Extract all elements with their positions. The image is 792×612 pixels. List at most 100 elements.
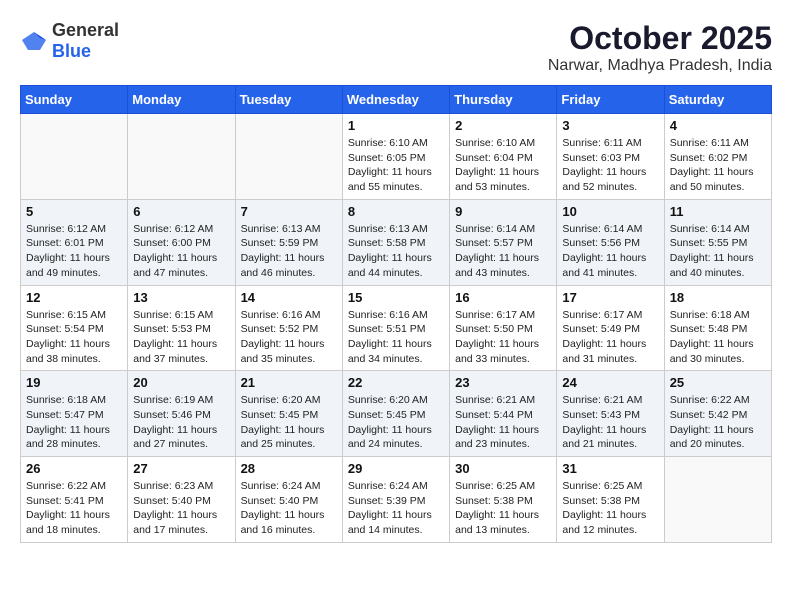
day-number: 17 xyxy=(562,290,658,305)
calendar-cell: 13Sunrise: 6:15 AMSunset: 5:53 PMDayligh… xyxy=(128,285,235,371)
day-info: Sunrise: 6:22 AMSunset: 5:41 PMDaylight:… xyxy=(26,479,122,538)
day-info: Sunrise: 6:21 AMSunset: 5:43 PMDaylight:… xyxy=(562,393,658,452)
calendar-week-1: 1 Sunrise: 6:10 AMSunset: 6:05 PMDaylight… xyxy=(21,114,772,200)
month-title: October 2025 xyxy=(548,20,772,57)
header-wednesday: Wednesday xyxy=(342,86,449,114)
header-saturday: Saturday xyxy=(664,86,771,114)
day-info: Sunrise: 6:22 AMSunset: 5:42 PMDaylight:… xyxy=(670,393,766,452)
title-block: October 2025 Narwar, Madhya Pradesh, Ind… xyxy=(548,20,772,75)
day-number: 8 xyxy=(348,204,444,219)
day-number: 15 xyxy=(348,290,444,305)
location: Narwar, Madhya Pradesh, India xyxy=(548,57,772,75)
calendar-cell: 19Sunrise: 6:18 AMSunset: 5:47 PMDayligh… xyxy=(21,371,128,457)
calendar-cell: 31 Sunrise: 6:25 AMSunset: 5:38 PMDayligh… xyxy=(557,457,664,543)
day-info: Sunrise: 6:12 AMSunset: 6:00 PMDaylight:… xyxy=(133,222,229,281)
day-info: Sunrise: 6:17 AMSunset: 5:50 PMDaylight:… xyxy=(455,308,551,367)
day-info: Sunrise: 6:23 AMSunset: 5:40 PMDaylight:… xyxy=(133,479,229,538)
day-info: Sunrise: 6:24 AMSunset: 5:39 PMDaylight:… xyxy=(348,479,444,538)
calendar-cell: 26 Sunrise: 6:22 AMSunset: 5:41 PMDayligh… xyxy=(21,457,128,543)
day-info: Sunrise: 6:12 AMSunset: 6:01 PMDaylight:… xyxy=(26,222,122,281)
calendar-cell: 23 Sunrise: 6:21 AMSunset: 5:44 PMDayligh… xyxy=(450,371,557,457)
day-number: 5 xyxy=(26,204,122,219)
day-info: Sunrise: 6:25 AMSunset: 5:38 PMDaylight:… xyxy=(455,479,551,538)
day-number: 23 xyxy=(455,375,551,390)
day-number: 16 xyxy=(455,290,551,305)
calendar-cell: 5 Sunrise: 6:12 AMSunset: 6:01 PMDaylight… xyxy=(21,199,128,285)
day-number: 24 xyxy=(562,375,658,390)
logo-icon xyxy=(20,30,48,52)
logo-text: General Blue xyxy=(52,20,119,62)
calendar-week-4: 19Sunrise: 6:18 AMSunset: 5:47 PMDayligh… xyxy=(21,371,772,457)
day-number: 28 xyxy=(241,461,337,476)
calendar-cell xyxy=(128,114,235,200)
day-info: Sunrise: 6:14 AMSunset: 5:56 PMDaylight:… xyxy=(562,222,658,281)
calendar-cell: 3Sunrise: 6:11 AMSunset: 6:03 PMDaylight… xyxy=(557,114,664,200)
page-header: General Blue October 2025 Narwar, Madhya… xyxy=(20,20,772,75)
calendar-cell: 15 Sunrise: 6:16 AMSunset: 5:51 PMDayligh… xyxy=(342,285,449,371)
calendar-cell: 14Sunrise: 6:16 AMSunset: 5:52 PMDayligh… xyxy=(235,285,342,371)
day-number: 6 xyxy=(133,204,229,219)
day-info: Sunrise: 6:10 AMSunset: 6:04 PMDaylight:… xyxy=(455,136,551,195)
day-number: 1 xyxy=(348,118,444,133)
day-number: 18 xyxy=(670,290,766,305)
day-info: Sunrise: 6:21 AMSunset: 5:44 PMDaylight:… xyxy=(455,393,551,452)
day-info: Sunrise: 6:20 AMSunset: 5:45 PMDaylight:… xyxy=(241,393,337,452)
calendar-week-2: 5 Sunrise: 6:12 AMSunset: 6:01 PMDaylight… xyxy=(21,199,772,285)
calendar-header-row: SundayMondayTuesdayWednesdayThursdayFrid… xyxy=(21,86,772,114)
day-info: Sunrise: 6:25 AMSunset: 5:38 PMDaylight:… xyxy=(562,479,658,538)
day-number: 4 xyxy=(670,118,766,133)
day-number: 26 xyxy=(26,461,122,476)
header-friday: Friday xyxy=(557,86,664,114)
header-sunday: Sunday xyxy=(21,86,128,114)
day-number: 20 xyxy=(133,375,229,390)
day-number: 27 xyxy=(133,461,229,476)
day-info: Sunrise: 6:24 AMSunset: 5:40 PMDaylight:… xyxy=(241,479,337,538)
calendar-cell: 8 Sunrise: 6:13 AMSunset: 5:58 PMDaylight… xyxy=(342,199,449,285)
day-number: 31 xyxy=(562,461,658,476)
day-info: Sunrise: 6:14 AMSunset: 5:55 PMDaylight:… xyxy=(670,222,766,281)
day-number: 19 xyxy=(26,375,122,390)
day-number: 12 xyxy=(26,290,122,305)
day-info: Sunrise: 6:16 AMSunset: 5:51 PMDaylight:… xyxy=(348,308,444,367)
day-number: 2 xyxy=(455,118,551,133)
calendar-cell: 9 Sunrise: 6:14 AMSunset: 5:57 PMDaylight… xyxy=(450,199,557,285)
day-number: 13 xyxy=(133,290,229,305)
day-number: 22 xyxy=(348,375,444,390)
day-info: Sunrise: 6:15 AMSunset: 5:54 PMDaylight:… xyxy=(26,308,122,367)
day-info: Sunrise: 6:17 AMSunset: 5:49 PMDaylight:… xyxy=(562,308,658,367)
calendar-cell: 16 Sunrise: 6:17 AMSunset: 5:50 PMDayligh… xyxy=(450,285,557,371)
calendar-cell: 28 Sunrise: 6:24 AMSunset: 5:40 PMDayligh… xyxy=(235,457,342,543)
calendar-cell: 6 Sunrise: 6:12 AMSunset: 6:00 PMDaylight… xyxy=(128,199,235,285)
calendar-cell: 21Sunrise: 6:20 AMSunset: 5:45 PMDayligh… xyxy=(235,371,342,457)
calendar-cell xyxy=(664,457,771,543)
day-number: 9 xyxy=(455,204,551,219)
day-info: Sunrise: 6:14 AMSunset: 5:57 PMDaylight:… xyxy=(455,222,551,281)
day-info: Sunrise: 6:13 AMSunset: 5:58 PMDaylight:… xyxy=(348,222,444,281)
calendar-week-5: 26 Sunrise: 6:22 AMSunset: 5:41 PMDayligh… xyxy=(21,457,772,543)
calendar-cell: 17 Sunrise: 6:17 AMSunset: 5:49 PMDayligh… xyxy=(557,285,664,371)
day-number: 14 xyxy=(241,290,337,305)
header-thursday: Thursday xyxy=(450,86,557,114)
calendar-cell: 30 Sunrise: 6:25 AMSunset: 5:38 PMDayligh… xyxy=(450,457,557,543)
day-info: Sunrise: 6:11 AMSunset: 6:02 PMDaylight:… xyxy=(670,136,766,195)
day-info: Sunrise: 6:10 AMSunset: 6:05 PMDaylight:… xyxy=(348,136,444,195)
calendar-cell xyxy=(235,114,342,200)
day-number: 25 xyxy=(670,375,766,390)
calendar-cell: 2 Sunrise: 6:10 AMSunset: 6:04 PMDaylight… xyxy=(450,114,557,200)
calendar-cell: 12 Sunrise: 6:15 AMSunset: 5:54 PMDayligh… xyxy=(21,285,128,371)
day-info: Sunrise: 6:19 AMSunset: 5:46 PMDaylight:… xyxy=(133,393,229,452)
logo-blue: Blue xyxy=(52,41,91,61)
calendar-cell: 24 Sunrise: 6:21 AMSunset: 5:43 PMDayligh… xyxy=(557,371,664,457)
calendar-cell: 1 Sunrise: 6:10 AMSunset: 6:05 PMDaylight… xyxy=(342,114,449,200)
calendar-cell: 7Sunrise: 6:13 AMSunset: 5:59 PMDaylight… xyxy=(235,199,342,285)
day-number: 7 xyxy=(241,204,337,219)
day-info: Sunrise: 6:20 AMSunset: 5:45 PMDaylight:… xyxy=(348,393,444,452)
calendar-cell: 10 Sunrise: 6:14 AMSunset: 5:56 PMDayligh… xyxy=(557,199,664,285)
calendar-cell: 4 Sunrise: 6:11 AMSunset: 6:02 PMDaylight… xyxy=(664,114,771,200)
day-number: 10 xyxy=(562,204,658,219)
calendar-cell xyxy=(21,114,128,200)
header-tuesday: Tuesday xyxy=(235,86,342,114)
day-number: 11 xyxy=(670,204,766,219)
day-number: 30 xyxy=(455,461,551,476)
calendar-week-3: 12 Sunrise: 6:15 AMSunset: 5:54 PMDayligh… xyxy=(21,285,772,371)
